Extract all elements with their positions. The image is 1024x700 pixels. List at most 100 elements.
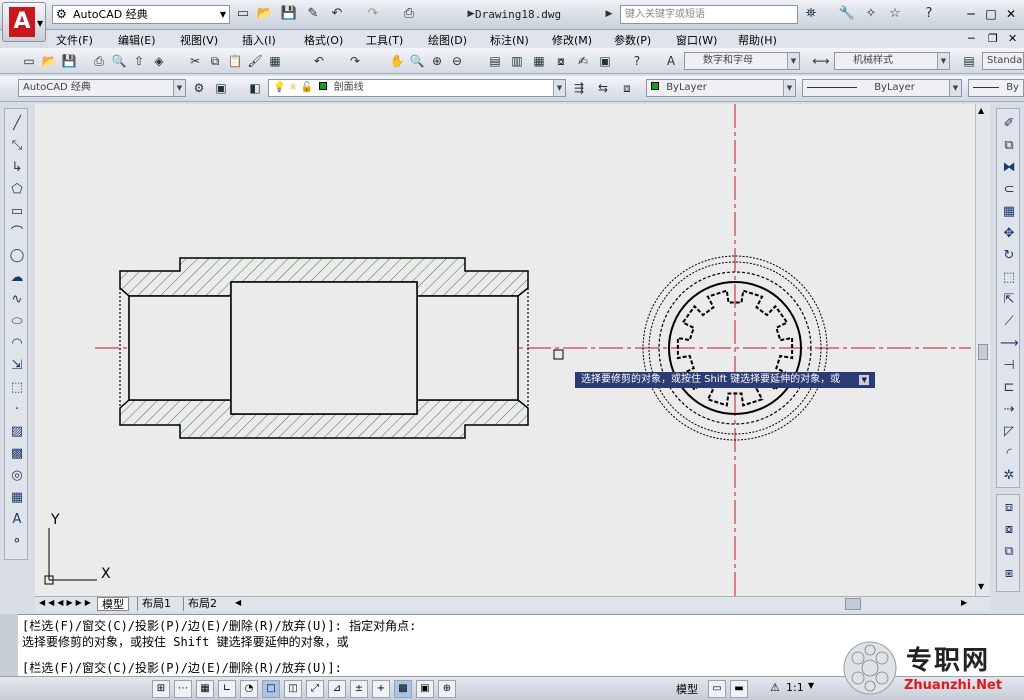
3d-object-snap-icon[interactable]: ◫ <box>284 680 302 698</box>
menu-format[interactable]: 格式(O) <box>304 32 343 48</box>
copy-object-icon[interactable]: ⧉ <box>1000 137 1018 155</box>
scale-icon[interactable]: ⬚ <box>1000 269 1018 287</box>
move-icon[interactable]: ✥ <box>1000 225 1018 243</box>
send-to-back-icon[interactable]: ⧇ <box>1000 521 1018 539</box>
menu-dimension[interactable]: 标注(N) <box>490 32 529 48</box>
dynamic-input-icon[interactable]: ± <box>350 680 368 698</box>
search-input[interactable]: 键入关键字或短语 <box>620 5 798 24</box>
erase-icon[interactable]: ✐ <box>1000 115 1018 133</box>
quick-view-layouts-icon[interactable]: ▭ <box>708 680 726 698</box>
layer-state-icon[interactable]: ⧈ <box>618 79 636 97</box>
undo-icon[interactable]: ↶ <box>328 5 346 23</box>
help-icon[interactable]: ? <box>920 5 938 23</box>
menu-tools[interactable]: 工具(T) <box>366 32 403 48</box>
redo-icon[interactable]: ↷ <box>364 5 382 23</box>
menu-file[interactable]: 文件(F) <box>56 32 93 48</box>
multiline-text-icon[interactable]: A <box>8 511 26 529</box>
polar-tracking-icon[interactable]: ◔ <box>240 680 258 698</box>
chamfer-icon[interactable]: ◸ <box>1000 423 1018 441</box>
break-at-point-icon[interactable]: ⊣ <box>1000 357 1018 375</box>
ortho-mode-icon[interactable]: ∟ <box>218 680 236 698</box>
close-icon[interactable]: ✕ <box>1002 6 1020 22</box>
horizontal-scroll-thumb[interactable] <box>845 598 861 610</box>
join-icon[interactable]: ⇢ <box>1000 401 1018 419</box>
layer-select[interactable]: 💡 ☼ 🔓 剖面线 ▼ <box>268 79 566 97</box>
linetype-select[interactable]: ByLayer ▼ <box>802 79 962 97</box>
tab-layout2[interactable]: 布局2 <box>183 597 221 611</box>
section-view[interactable] <box>119 257 529 439</box>
send-under-icon[interactable]: ⧆ <box>1000 565 1018 583</box>
gear-icon[interactable]: ⚙ <box>190 79 208 97</box>
spline-icon[interactable]: ∿ <box>8 291 26 309</box>
point-icon[interactable]: · <box>8 401 26 419</box>
scroll-down-icon[interactable]: ▼ <box>978 582 984 591</box>
doc-restore-icon[interactable]: ❐ <box>988 32 998 45</box>
markup-icon[interactable]: ✍ <box>574 52 592 70</box>
chevron-down-icon[interactable]: ▼ <box>808 681 814 690</box>
arc-icon[interactable]: ⌒ <box>8 225 26 243</box>
design-center-icon[interactable]: ▥ <box>508 52 526 70</box>
menu-draw[interactable]: 绘图(D) <box>428 32 467 48</box>
offset-icon[interactable]: ⊂ <box>1000 181 1018 199</box>
save-as-icon[interactable]: ✎ <box>304 5 322 23</box>
grid-display-icon[interactable]: ▦ <box>196 680 214 698</box>
layer-properties-icon[interactable]: ◧ <box>246 79 264 97</box>
text-style-select[interactable]: 数字和字母 ▼ <box>684 52 800 70</box>
transparency-icon[interactable]: ▩ <box>394 680 412 698</box>
lineweight-select[interactable]: By <box>968 79 1024 97</box>
object-snap-tracking-icon[interactable]: ⤢ <box>306 680 324 698</box>
minimize-icon[interactable]: ─ <box>962 6 980 22</box>
region-icon[interactable]: ◎ <box>8 467 26 485</box>
workspace-selector[interactable]: ⚙ AutoCAD 经典 ▼ <box>52 5 230 24</box>
annotation-scale-value[interactable]: 1:1 <box>786 681 804 694</box>
vertical-scroll-thumb[interactable] <box>978 344 988 360</box>
stretch-icon[interactable]: ⇱ <box>1000 291 1018 309</box>
zoom-previous-icon[interactable]: ⊖ <box>448 52 466 70</box>
save-icon[interactable]: 💾 <box>60 52 78 70</box>
preview-icon[interactable]: 🔍 <box>110 52 128 70</box>
paste-icon[interactable]: 📋 <box>226 52 244 70</box>
binoculars-icon[interactable]: ⛯ <box>802 5 820 23</box>
zoom-window-icon[interactable]: ⊕ <box>428 52 446 70</box>
trim-icon[interactable]: ⟋ <box>1000 313 1018 331</box>
vertical-scrollbar[interactable]: ▲ ▼ <box>975 104 990 596</box>
command-prompt[interactable]: [栏选(F)/窗交(C)/投影(P)/边(E)/删除(R)/放弃(U)]: <box>22 659 342 676</box>
table-icon[interactable]: ▦ <box>8 489 26 507</box>
polygon-icon[interactable]: ⬠ <box>8 181 26 199</box>
table-style-icon[interactable]: ▤ <box>960 52 978 70</box>
command-line-handle[interactable] <box>0 614 18 676</box>
sheet-set-icon[interactable]: ⧇ <box>552 52 570 70</box>
fillet-icon[interactable]: ◜ <box>1000 445 1018 463</box>
quick-properties-icon[interactable]: ▣ <box>416 680 434 698</box>
menu-edit[interactable]: 编辑(E) <box>118 32 156 48</box>
ellipse-arc-icon[interactable]: ◠ <box>8 335 26 353</box>
gradient-icon[interactable]: ▩ <box>8 445 26 463</box>
insert-block-icon[interactable]: ⇲ <box>8 357 26 375</box>
new-icon[interactable]: ▭ <box>234 5 252 23</box>
bring-to-front-icon[interactable]: ⧈ <box>1000 499 1018 517</box>
construction-line-icon[interactable]: ⤡ <box>8 137 26 155</box>
bring-above-icon[interactable]: ⧉ <box>1000 543 1018 561</box>
workspace-select[interactable]: AutoCAD 经典 ▼ <box>18 79 186 97</box>
print-icon[interactable]: ⎙ <box>90 52 108 70</box>
tab-model[interactable]: 模型 <box>97 597 129 611</box>
scroll-right-icon[interactable]: ▶ <box>961 598 967 607</box>
make-block-icon[interactable]: ⬚ <box>8 379 26 397</box>
polyline-icon[interactable]: ↳ <box>8 159 26 177</box>
calculator-icon[interactable]: ▣ <box>596 52 614 70</box>
mirror-icon[interactable]: ⧓ <box>1000 159 1018 177</box>
maximize-icon[interactable]: □ <box>982 6 1000 22</box>
dynamic-ucs-icon[interactable]: ⊿ <box>328 680 346 698</box>
new-icon[interactable]: ▭ <box>20 52 38 70</box>
add-selected-icon[interactable]: ⚬ <box>8 533 26 551</box>
dim-style-icon[interactable]: ⟷ <box>812 52 830 70</box>
ellipse-icon[interactable]: ⬭ <box>8 313 26 331</box>
revision-cloud-icon[interactable]: ☁ <box>8 269 26 287</box>
hatch-icon[interactable]: ▨ <box>8 423 26 441</box>
layer-previous-icon[interactable]: ⇆ <box>594 79 612 97</box>
exchange-icon[interactable]: ✧ <box>862 5 880 23</box>
tab-navigation-icons[interactable]: ◀◀◀▶▶▶ <box>39 598 94 607</box>
line-icon[interactable]: ╱ <box>8 115 26 133</box>
help-icon[interactable]: ? <box>628 52 646 70</box>
scroll-left-icon[interactable]: ◀ <box>235 598 241 607</box>
